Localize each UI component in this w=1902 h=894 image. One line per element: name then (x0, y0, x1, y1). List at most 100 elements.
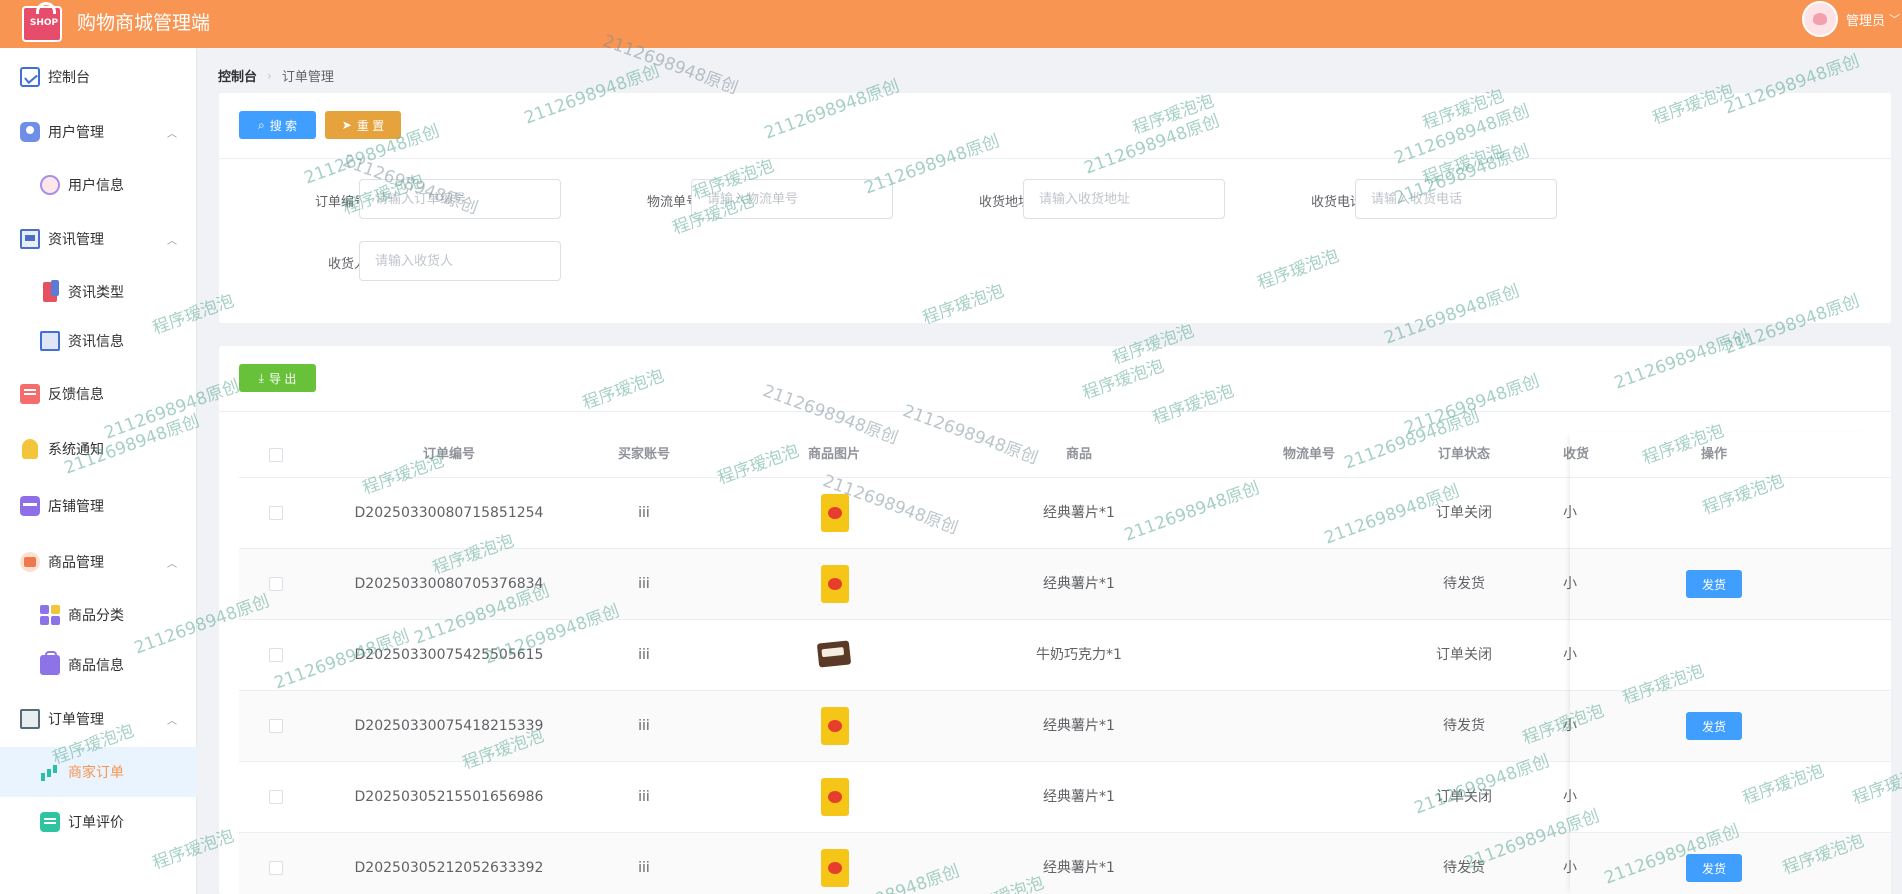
table-row: D20250305215501656986 iii 经典薯片*1 订单关闭 小 (239, 762, 1891, 833)
product-image[interactable] (821, 565, 849, 603)
chevron-up-icon: ︿ (167, 235, 177, 247)
product-image[interactable] (821, 849, 849, 887)
cell-buyer: iii (638, 505, 650, 521)
cell-product: 经典薯片*1 (1043, 505, 1115, 521)
col-image[interactable]: 商品图片 (739, 432, 929, 478)
chevron-up-icon: ︿ (167, 128, 177, 140)
table-row: D20250330075425505615 iii 牛奶巧克力*1 订单关闭 小 (239, 620, 1891, 691)
clipboard-icon (20, 709, 40, 729)
sidebar-item-notifications[interactable]: 系统通知 (0, 429, 197, 469)
ship-button[interactable]: 发货 (1686, 712, 1742, 740)
download-icon: ⤓ (258, 370, 264, 385)
logistics-no-label: 物流单号 (646, 195, 699, 210)
table-row: D20250330080715851254 iii 经典薯片*1 订单关闭 小 (239, 478, 1891, 549)
reset-button[interactable]: ➤ 重 置 (325, 111, 401, 139)
ship-button[interactable]: 发货 (1686, 570, 1742, 598)
cell-order-no: D20250330075425505615 (354, 647, 544, 663)
row-checkbox[interactable] (269, 577, 283, 591)
table-row: D20250305212052633392 iii 经典薯片*1 待发货 小 发… (239, 833, 1891, 894)
address-label: 收货地址 (978, 195, 1031, 210)
sidebar-item-product-info[interactable]: 商品信息 (0, 645, 197, 685)
col-receiver[interactable]: 收货 (1539, 432, 1589, 478)
receiver-input[interactable] (359, 241, 561, 281)
chevron-right-icon: › (267, 68, 272, 83)
product-image[interactable] (816, 640, 852, 668)
sidebar-item-merchant-orders[interactable]: 商家订单 (0, 747, 197, 797)
cell-product: 牛奶巧克力*1 (1036, 647, 1122, 663)
phone-label: 收货电话 (1310, 195, 1363, 210)
row-checkbox[interactable] (269, 506, 283, 520)
cell-logistics (1229, 833, 1389, 894)
export-button[interactable]: ⤓ 导 出 (239, 364, 316, 392)
cell-order-no: D20250305212052633392 (354, 860, 544, 876)
cell-logistics (1229, 549, 1389, 620)
user-menu[interactable]: 管理员 ﹀ (1801, 0, 1902, 38)
col-buyer[interactable]: 买家账号 (549, 432, 739, 478)
row-checkbox[interactable] (269, 719, 283, 733)
sidebar-item-news-info[interactable]: 资讯信息 (0, 321, 197, 361)
table-row: D20250330075418215339 iii 经典薯片*1 待发货 小 发… (239, 691, 1891, 762)
divider (219, 158, 1891, 159)
col-order-no[interactable]: 订单编号 (349, 432, 549, 478)
sidebar-item-store-management[interactable]: 店铺管理 (0, 486, 197, 526)
sidebar-item-product-management[interactable]: 商品管理 ︿ (0, 542, 197, 582)
select-all-checkbox[interactable] (269, 448, 283, 462)
logistics-no-input[interactable] (691, 179, 893, 219)
product-image[interactable] (821, 494, 849, 532)
send-icon: ➤ (341, 118, 352, 132)
sidebar-item-news-management[interactable]: 资讯管理 ︿ (0, 219, 197, 259)
chevron-down-icon[interactable]: ﹀ (1889, 11, 1900, 27)
cell-buyer: iii (638, 860, 650, 876)
sidebar-item-order-management[interactable]: 订单管理 ︿ (0, 699, 197, 739)
feedback-icon (20, 384, 40, 404)
newspaper-icon (20, 229, 40, 249)
search-button[interactable]: ⌕ 搜 索 (239, 111, 316, 139)
ship-button[interactable]: 发货 (1686, 854, 1742, 882)
divider (219, 411, 1891, 412)
sidebar: 控制台 用户管理 ︿ 用户信息 资讯管理 ︿ 资讯类型 资讯信息 反馈信息 系统… (0, 48, 197, 894)
cell-status: 待发货 (1443, 860, 1485, 876)
row-checkbox[interactable] (269, 648, 283, 662)
cell-product: 经典薯片*1 (1043, 576, 1115, 592)
address-input[interactable] (1023, 179, 1225, 219)
cell-product: 经典薯片*1 (1043, 718, 1115, 734)
app-title: 购物商城管理端 (77, 12, 211, 34)
cell-buyer: iii (638, 576, 650, 592)
shopping-bag-icon (20, 552, 40, 572)
product-image[interactable] (821, 778, 849, 816)
sidebar-item-product-category[interactable]: 商品分类 (0, 595, 197, 635)
col-product[interactable]: 商品 (929, 432, 1229, 478)
row-checkbox[interactable] (269, 790, 283, 804)
order-no-input[interactable] (359, 179, 561, 219)
breadcrumb-home[interactable]: 控制台 (218, 66, 257, 85)
cell-logistics (1229, 620, 1389, 691)
row-checkbox[interactable] (269, 861, 283, 875)
cell-logistics (1229, 691, 1389, 762)
product-image[interactable] (821, 707, 849, 745)
sidebar-item-dashboard[interactable]: 控制台 (0, 57, 197, 97)
cell-status: 待发货 (1443, 718, 1485, 734)
cell-order-no: D20250330075418215339 (354, 718, 544, 734)
sidebar-item-order-reviews[interactable]: 订单评价 (0, 802, 197, 842)
sidebar-item-user-management[interactable]: 用户管理 ︿ (0, 112, 197, 152)
sidebar-item-feedback[interactable]: 反馈信息 (0, 374, 197, 414)
cell-receiver: 小 (1563, 576, 1577, 592)
breadcrumb-current: 订单管理 (281, 70, 334, 85)
document-icon (40, 331, 60, 351)
username[interactable]: 管理员 (1846, 10, 1885, 29)
col-status[interactable]: 订单状态 (1389, 432, 1539, 478)
cell-buyer: iii (638, 789, 650, 805)
chart-icon (20, 67, 40, 87)
avatar[interactable] (1801, 1, 1838, 37)
phone-input[interactable] (1355, 179, 1557, 219)
comment-icon (40, 812, 60, 832)
cell-receiver: 小 (1563, 718, 1577, 734)
cell-receiver: 小 (1563, 789, 1577, 805)
sidebar-item-user-info[interactable]: 用户信息 (0, 165, 197, 205)
col-logistics[interactable]: 物流单号 (1229, 432, 1389, 478)
chevron-up-icon: ︿ (167, 715, 177, 727)
table-header: 订单编号 买家账号 商品图片 商品 物流单号 订单状态 收货 操作 (239, 432, 1891, 478)
sidebar-item-news-type[interactable]: 资讯类型 (0, 272, 197, 312)
bag-icon (40, 651, 60, 675)
user-group-icon (20, 122, 40, 142)
